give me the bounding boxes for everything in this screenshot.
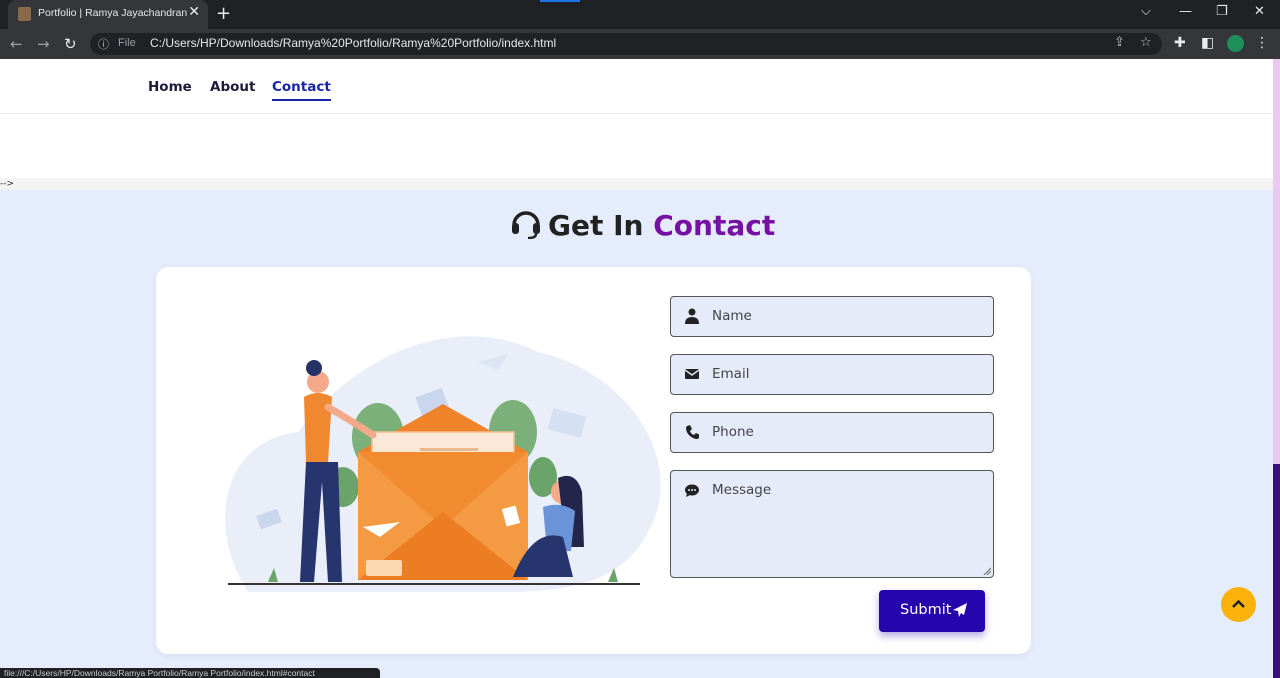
menu-icon[interactable]: ⋮ <box>1255 35 1269 51</box>
tab-close-icon[interactable]: ✕ <box>188 4 200 20</box>
tab-indicator <box>540 0 580 2</box>
profile-avatar[interactable] <box>1227 35 1244 52</box>
tab-title: Portfolio | Ramya Jayachandran <box>38 7 188 19</box>
omnibox[interactable]: ⓘ File C:/Users/HP/Downloads/Ramya%20Por… <box>90 33 1162 55</box>
page: Home About Contact --> Get In Contact Na… <box>0 59 1273 678</box>
new-tab-button[interactable]: + <box>216 3 231 24</box>
submit-button[interactable]: Submit <box>879 590 985 632</box>
info-icon[interactable]: ⓘ <box>98 36 109 52</box>
heading-accent: Contact <box>653 209 776 242</box>
name-placeholder: Name <box>712 308 752 324</box>
user-icon <box>685 308 699 324</box>
share-icon[interactable]: ⇪ <box>1114 35 1125 50</box>
browser-tab-bar: Portfolio | Ramya Jayachandran ✕ + ⌵ — ❐… <box>0 0 1280 29</box>
reload-icon[interactable]: ↻ <box>64 35 77 53</box>
nav-home[interactable]: Home <box>148 79 192 95</box>
paper-plane-icon <box>953 603 967 617</box>
minimize-icon[interactable]: — <box>1179 4 1192 19</box>
headset-icon <box>512 211 540 239</box>
message-placeholder: Message <box>712 482 772 498</box>
email-field[interactable]: Email <box>670 354 994 395</box>
section-heading: Get In Contact <box>510 209 775 242</box>
phone-field[interactable]: Phone <box>670 412 994 453</box>
side-panel-icon[interactable]: ◧ <box>1201 35 1214 51</box>
tab-search-icon[interactable]: ⌵ <box>1141 4 1151 19</box>
contact-illustration <box>225 336 661 592</box>
nav-contact[interactable]: Contact <box>272 79 331 101</box>
top-nav: Home About Contact <box>0 59 1273 114</box>
extensions-icon[interactable]: ✚ <box>1174 35 1186 51</box>
address-toolbar: ← → ↻ ⓘ File C:/Users/HP/Downloads/Ramya… <box>0 29 1280 59</box>
forward-icon[interactable]: → <box>37 35 50 53</box>
email-placeholder: Email <box>712 366 750 382</box>
scroll-to-top-button[interactable] <box>1221 587 1256 622</box>
phone-icon <box>686 425 699 439</box>
submit-label: Submit <box>900 602 952 618</box>
file-label: File <box>118 37 136 49</box>
envelope-icon <box>685 369 699 379</box>
favicon-icon <box>18 7 31 21</box>
message-field[interactable]: Message <box>670 470 994 578</box>
stray-comment-text: --> <box>0 178 1273 190</box>
bookmark-star-icon[interactable]: ☆ <box>1140 35 1152 50</box>
scrollbar-thumb[interactable] <box>1273 464 1280 678</box>
nav-about[interactable]: About <box>210 79 255 95</box>
chevron-up-icon <box>1232 599 1245 608</box>
window-close-icon[interactable]: ✕ <box>1254 4 1265 19</box>
phone-placeholder: Phone <box>712 424 754 440</box>
contact-card: Name Email Phone Message Submit <box>156 267 1031 654</box>
back-icon[interactable]: ← <box>10 35 23 53</box>
chat-bubble-icon <box>685 484 699 497</box>
url-text[interactable]: C:/Users/HP/Downloads/Ramya%20Portfolio/… <box>150 36 556 50</box>
browser-tab[interactable]: Portfolio | Ramya Jayachandran ✕ <box>8 0 208 29</box>
heading-plain: Get In <box>548 209 654 242</box>
maximize-icon[interactable]: ❐ <box>1216 4 1228 19</box>
name-field[interactable]: Name <box>670 296 994 337</box>
header-spacer <box>0 114 1273 178</box>
resize-handle-icon[interactable] <box>983 567 991 575</box>
status-bar: file:///C:/Users/HP/Downloads/Ramya Port… <box>0 668 380 678</box>
